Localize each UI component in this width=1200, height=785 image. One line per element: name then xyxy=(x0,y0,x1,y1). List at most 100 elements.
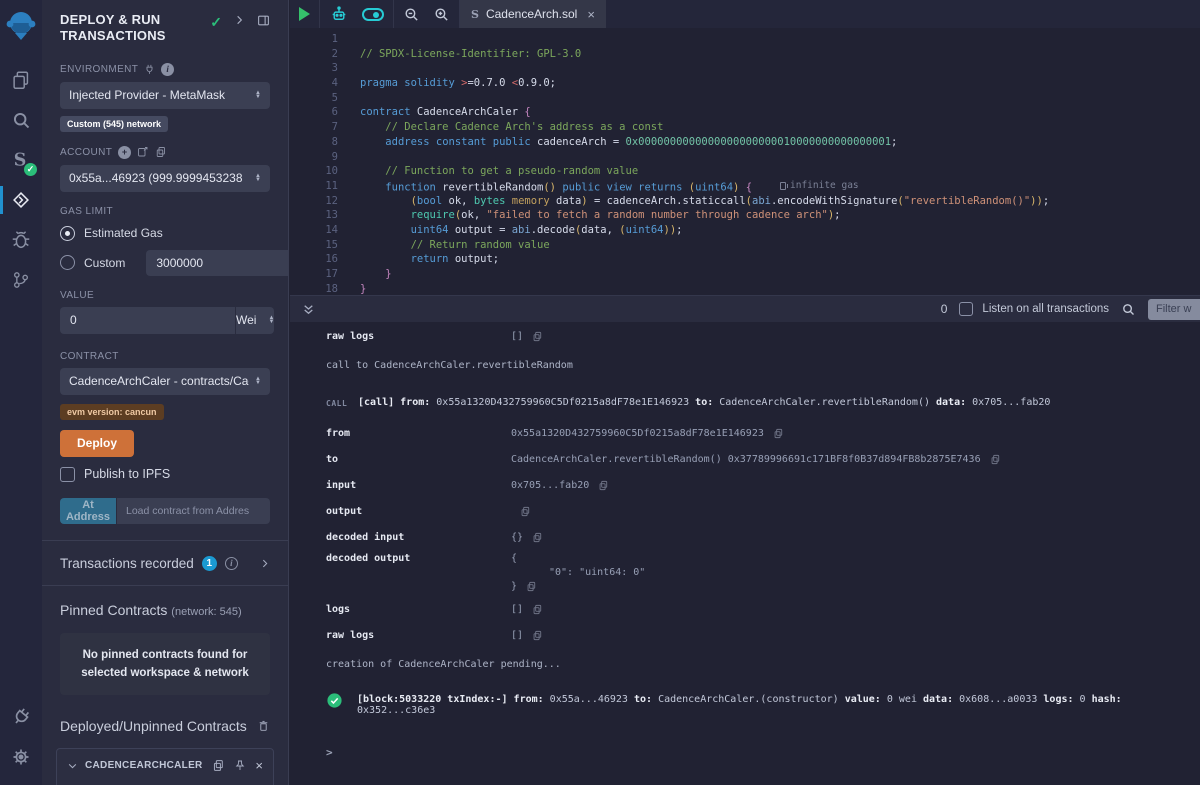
plug-icon[interactable] xyxy=(144,64,155,75)
terminal-kv-output: output xyxy=(326,506,1190,517)
code-line-13: 13 require(ok, "failed to fetch a random… xyxy=(290,208,1200,223)
line-number: 7 xyxy=(290,120,338,135)
copy-value-icon[interactable] xyxy=(532,604,543,615)
line-number: 13 xyxy=(290,208,338,223)
sign-message-icon[interactable] xyxy=(137,146,149,158)
listen-all-transactions-label: Listen on all transactions xyxy=(982,303,1109,315)
terminal-kv-raw-logs: raw logs[] xyxy=(326,331,1190,342)
code-editor[interactable]: 12// SPDX-License-Identifier: GPL-3.034p… xyxy=(290,28,1200,295)
environment-select[interactable]: Injected Provider - MetaMask ▲▼ xyxy=(60,82,270,109)
copy-value-icon[interactable] xyxy=(532,630,543,641)
file-explorer-icon[interactable] xyxy=(0,60,42,100)
environment-info-icon[interactable]: i xyxy=(161,63,174,76)
zoom-out-icon[interactable] xyxy=(403,6,420,23)
value-unit-select[interactable]: Wei ▲▼ xyxy=(236,307,274,334)
call-badge: CALL xyxy=(326,397,358,408)
copy-account-icon[interactable] xyxy=(155,146,167,158)
debugger-icon[interactable] xyxy=(0,220,42,260)
transactions-recorded-row[interactable]: Transactions recorded 1 i xyxy=(42,541,288,585)
deploy-button[interactable]: Deploy xyxy=(60,430,134,457)
close-tab-icon[interactable]: × xyxy=(587,7,595,22)
terminal-listen-count: 0 xyxy=(941,302,948,316)
ai-assistant-robot-icon[interactable] xyxy=(329,5,349,24)
zoom-in-icon[interactable] xyxy=(433,6,450,23)
copy-value-icon[interactable] xyxy=(532,532,543,543)
contract-select[interactable]: CadenceArchCaler - contracts/Cac ▲▼ xyxy=(60,368,270,395)
pinned-contracts-title: Pinned Contracts (network: 545) xyxy=(60,602,270,618)
line-number: 18 xyxy=(290,282,338,295)
at-address-input[interactable] xyxy=(117,498,270,524)
line-number: 3 xyxy=(290,61,338,76)
chevron-updown-icon: ▲▼ xyxy=(255,174,261,182)
code-line-2: 2// SPDX-License-Identifier: GPL-3.0 xyxy=(290,47,1200,62)
add-account-icon[interactable]: + xyxy=(118,146,131,159)
copy-contract-icon[interactable] xyxy=(212,759,225,772)
terminal-search-icon[interactable] xyxy=(1121,302,1136,317)
copy-value-icon[interactable] xyxy=(773,428,784,439)
at-address-button[interactable]: At Address xyxy=(60,498,116,524)
line-number: 2 xyxy=(290,47,338,62)
estimated-gas-radio[interactable] xyxy=(60,226,75,241)
deployed-contract-card: CADENCEARCHCALER AT 0) × Balance: 0 ETH … xyxy=(56,748,274,785)
chevron-updown-icon: ▲▼ xyxy=(255,91,261,99)
run-script-play-icon[interactable] xyxy=(299,7,310,21)
line-number: 6 xyxy=(290,105,338,120)
terminal-collapse-icon[interactable] xyxy=(302,303,315,316)
tab-label: CadenceArch.sol xyxy=(486,7,577,21)
copy-value-icon[interactable] xyxy=(532,331,543,342)
copy-value-icon[interactable] xyxy=(526,581,537,592)
code-line-11: 11 function revertibleRandom() public vi… xyxy=(290,179,1200,194)
line-number: 15 xyxy=(290,238,338,253)
remove-contract-icon[interactable]: × xyxy=(255,758,263,773)
search-icon[interactable] xyxy=(0,100,42,140)
tab-cadencearch-sol[interactable]: S CadenceArch.sol × xyxy=(460,0,606,28)
transactions-recorded-label: Transactions recorded xyxy=(60,556,194,571)
line-number: 17 xyxy=(290,267,338,282)
terminal-kv-logs: logs[] xyxy=(326,604,1190,615)
remix-ide-window: S ✓ xyxy=(0,0,1200,785)
editor-toolbar: S CadenceArch.sol × xyxy=(290,0,1200,28)
line-number: 16 xyxy=(290,252,338,267)
copilot-toggle[interactable] xyxy=(362,8,384,21)
terminal-prompt: > xyxy=(326,746,1190,759)
remix-logo-icon[interactable] xyxy=(3,6,39,46)
transactions-expand-icon[interactable] xyxy=(260,558,270,569)
chevron-updown-icon: ▲▼ xyxy=(268,316,274,324)
copy-value-icon[interactable] xyxy=(990,454,1001,465)
custom-gas-input[interactable] xyxy=(146,250,289,276)
custom-gas-radio[interactable] xyxy=(60,255,75,270)
line-number: 14 xyxy=(290,223,338,238)
source-control-icon[interactable] xyxy=(0,260,42,300)
pin-panel-icon[interactable] xyxy=(257,14,270,27)
clear-deployed-trash-icon[interactable] xyxy=(257,719,270,733)
code-line-12: 12 (bool ok, bytes memory data) = cadenc… xyxy=(290,194,1200,209)
settings-gear-icon[interactable] xyxy=(0,737,42,777)
terminal-call-summary: CALL[call] from: 0x55a1320D432759960C5Df… xyxy=(326,397,1190,408)
line-number: 12 xyxy=(290,194,338,209)
pin-contract-icon[interactable] xyxy=(234,759,246,772)
deploy-run-icon[interactable] xyxy=(0,180,42,220)
listen-all-transactions-checkbox[interactable] xyxy=(959,302,973,316)
solidity-compiler-icon[interactable]: S ✓ xyxy=(0,140,42,180)
copy-value-icon[interactable] xyxy=(598,480,609,491)
terminal-message: call to CadenceArchCaler.revertibleRando… xyxy=(326,360,1190,371)
line-number: 8 xyxy=(290,135,338,150)
terminal-filter-input[interactable] xyxy=(1148,299,1200,320)
network-badge: Custom (545) network xyxy=(60,116,168,132)
collapse-contract-chevron-icon[interactable] xyxy=(67,761,78,771)
gas-icon xyxy=(780,182,786,190)
account-select[interactable]: 0x55a...46923 (999.9999453238 ▲▼ xyxy=(60,165,270,192)
transactions-info-icon[interactable]: i xyxy=(225,557,238,570)
pinned-network-suffix: (network: 545) xyxy=(171,606,241,618)
code-line-7: 7 // Declare Cadence Arch's address as a… xyxy=(290,120,1200,135)
plugin-manager-icon[interactable] xyxy=(0,697,42,737)
deploy-run-panel: DEPLOY & RUN TRANSACTIONS ✓ ENVIRONMENT … xyxy=(42,0,289,785)
terminal-output[interactable]: raw logs[] call to CadenceArchCaler.rever… xyxy=(290,322,1200,785)
environment-label: ENVIRONMENT i xyxy=(60,63,270,76)
panel-chevron-right-icon[interactable] xyxy=(234,14,245,26)
tx-success-check-icon[interactable] xyxy=(326,692,343,709)
publish-ipfs-checkbox[interactable] xyxy=(60,467,75,482)
copy-value-icon[interactable] xyxy=(520,506,531,517)
value-input[interactable] xyxy=(60,307,235,334)
infinite-gas-annotation: infinite gas xyxy=(780,179,859,194)
